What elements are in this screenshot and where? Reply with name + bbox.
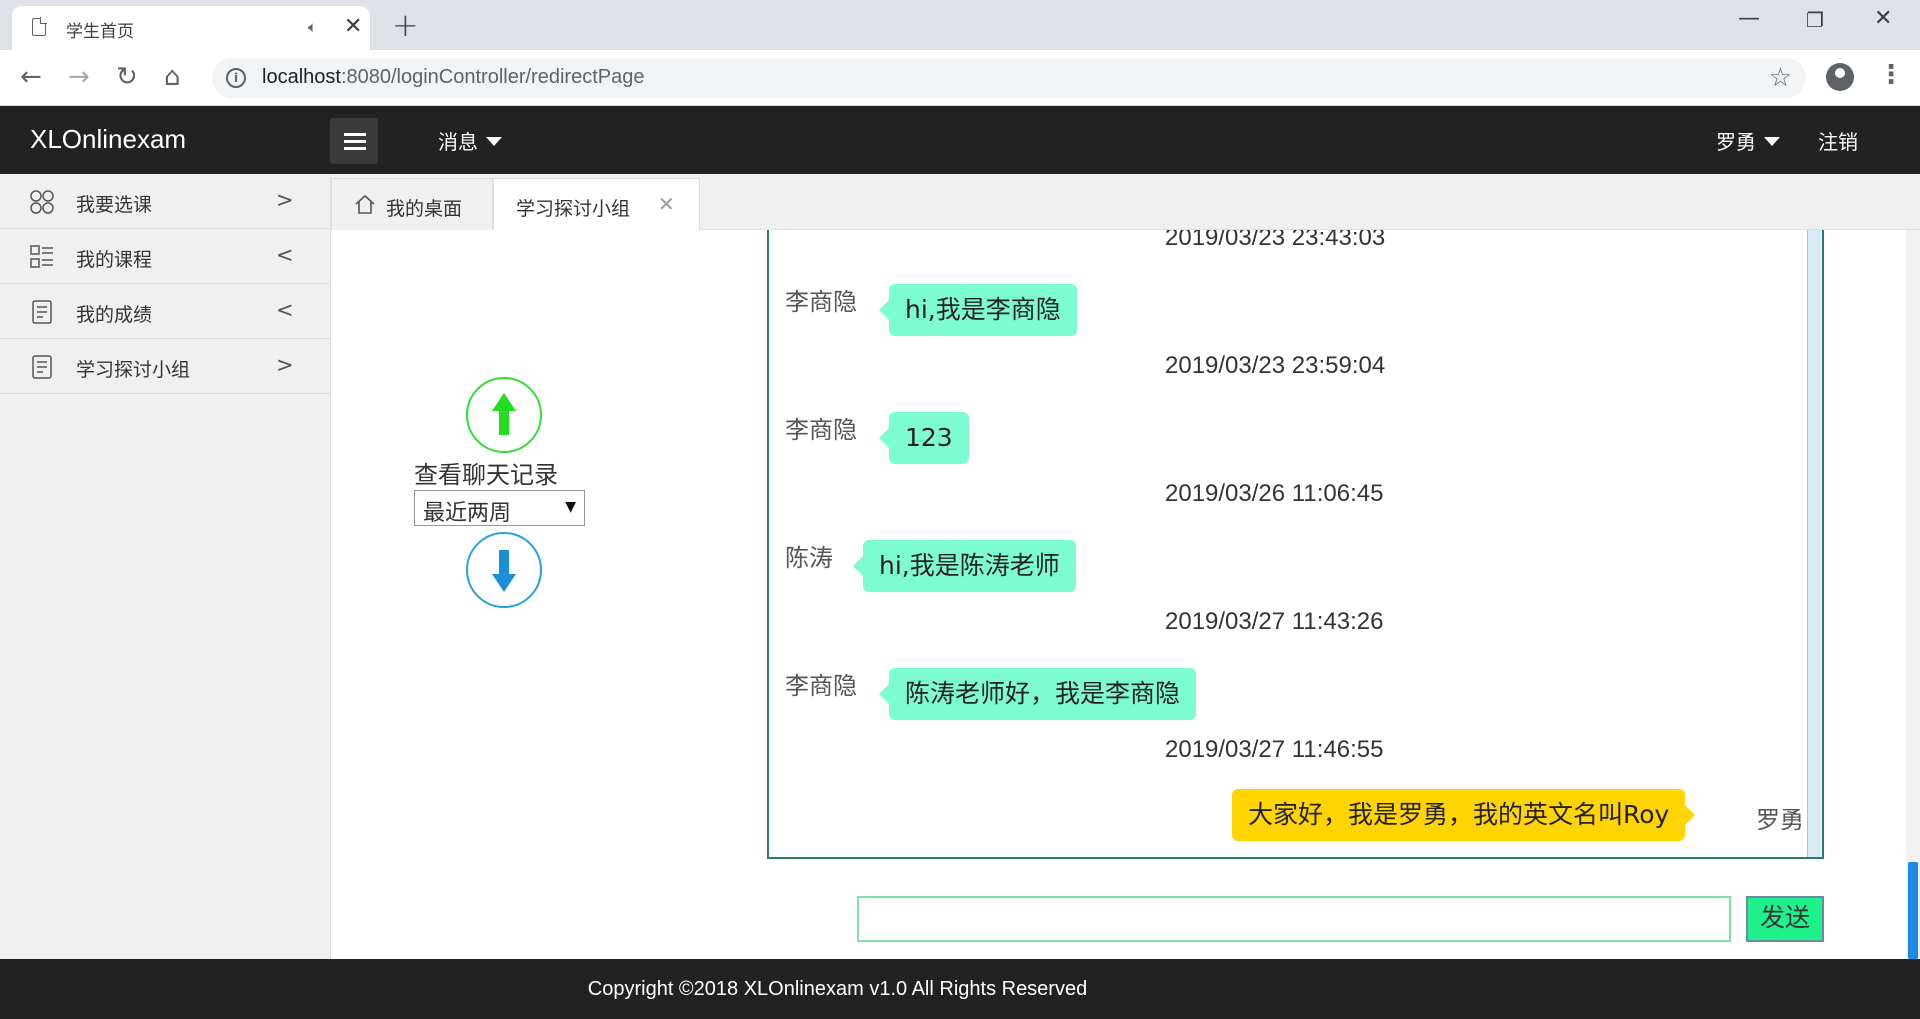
messages-menu[interactable]: 消息 xyxy=(438,126,502,155)
message-sender: 李商隐 xyxy=(785,672,857,700)
chat-window[interactable]: 2019/03/23 23:43:03 李商隐 hi,我是李商隐 2019/03… xyxy=(767,230,1824,859)
grid-icon xyxy=(30,190,54,214)
url-text: localhost:8080/loginController/redirectP… xyxy=(262,66,645,88)
message-input[interactable] xyxy=(857,896,1731,942)
scroll-up-button[interactable] xyxy=(466,377,542,453)
back-icon[interactable]: ← xyxy=(20,62,42,92)
menu-toggle-button[interactable] xyxy=(330,118,378,164)
message-timestamp: 2019/03/23 23:43:03 xyxy=(1165,230,1386,251)
message-timestamp: 2019/03/23 23:59:04 xyxy=(1165,352,1386,379)
page-scrollbar[interactable] xyxy=(1906,230,1920,959)
message-sender: 罗勇 xyxy=(1756,806,1804,834)
window-close-icon[interactable]: ✕ xyxy=(1874,6,1892,31)
arrow-up-icon xyxy=(492,393,516,435)
message-bubble: 陈涛老师好，我是李商隐 xyxy=(878,668,1197,720)
new-tab-icon[interactable]: + xyxy=(392,6,419,44)
history-range-value: 最近两周 xyxy=(423,501,512,526)
chevron-left-icon: < xyxy=(276,298,294,322)
browser-tab[interactable]: 学生首页 🔈︎ ✕ xyxy=(12,6,370,50)
message-bubble: 123 xyxy=(879,412,969,464)
message-timestamp: 2019/03/27 11:46:55 xyxy=(1165,736,1384,763)
close-tab-icon[interactable]: ✕ xyxy=(658,192,675,216)
history-label: 查看聊天记录 xyxy=(414,461,558,489)
copyright-text: Copyright ©2018 XLOnlinexam v1.0 All Rig… xyxy=(587,978,1088,1000)
content-tab-bar: 我的桌面 学习探讨小组 ✕ xyxy=(331,174,1920,231)
browser-tab-strip: 学生首页 🔈︎ ✕ + — ❐ ✕ xyxy=(0,0,1920,50)
forward-icon[interactable]: → xyxy=(68,62,90,92)
chevron-down-icon xyxy=(1764,137,1780,146)
message-bubble: hi,我是陈涛老师 xyxy=(853,540,1076,592)
document-icon xyxy=(32,300,52,324)
message-timestamp: 2019/03/27 11:43:26 xyxy=(1165,608,1384,635)
app-header: XLOnlinexam 消息 罗勇 注销 xyxy=(0,106,1920,174)
reload-icon[interactable]: ↻ xyxy=(116,62,138,92)
restore-icon[interactable]: ❐ xyxy=(1806,8,1824,32)
tab-my-desktop[interactable]: 我的桌面 xyxy=(331,178,493,230)
document-icon xyxy=(32,355,52,379)
address-bar[interactable]: i localhost:8080/loginController/redirec… xyxy=(212,58,1806,98)
sidebar-item-label: 我的课程 xyxy=(76,249,153,271)
dropdown-arrow-icon: ▼ xyxy=(565,499,576,515)
sidebar-item-my-courses[interactable]: 我的课程 < xyxy=(0,229,330,284)
message-bubble-self: 大家好，我是罗勇，我的英文名叫Roy xyxy=(1232,789,1696,841)
sidebar-item-label: 我要选课 xyxy=(76,194,153,216)
sidebar-item-label: 学习探讨小组 xyxy=(76,359,191,381)
home-icon[interactable]: ⌂ xyxy=(164,62,181,92)
speaker-icon[interactable]: 🔈︎ xyxy=(308,18,317,36)
page-icon xyxy=(32,17,47,36)
chat-scrollbar[interactable] xyxy=(1807,230,1821,857)
app-logo[interactable]: XLOnlinexam xyxy=(30,124,186,155)
tab-label: 我的桌面 xyxy=(386,198,463,220)
message-sender: 李商隐 xyxy=(785,288,857,316)
sidebar-item-select-course[interactable]: 我要选课 > xyxy=(0,174,330,229)
footer: Copyright ©2018 XLOnlinexam v1.0 All Rig… xyxy=(0,959,1920,1019)
home-icon xyxy=(355,194,375,214)
bookmark-star-icon[interactable]: ☆ xyxy=(1769,63,1792,93)
profile-icon[interactable] xyxy=(1826,63,1854,91)
sidebar: 我要选课 > 我的课程 < 我的成绩 < 学习探讨小组 > xyxy=(0,174,331,959)
sidebar-item-my-grades[interactable]: 我的成绩 < xyxy=(0,284,330,339)
tab-label: 学习探讨小组 xyxy=(516,198,631,220)
browser-toolbar: ← → ↻ ⌂ i localhost:8080/loginController… xyxy=(0,50,1920,106)
message-bubble: hi,我是李商隐 xyxy=(879,284,1077,336)
chevron-left-icon: < xyxy=(276,243,294,267)
browser-tab-title: 学生首页 xyxy=(66,22,134,42)
tab-study-group[interactable]: 学习探讨小组 ✕ xyxy=(493,178,700,231)
arrow-down-icon xyxy=(492,550,516,592)
page-scrollbar-thumb[interactable] xyxy=(1908,862,1918,959)
message-timestamp: 2019/03/26 11:06:45 xyxy=(1165,480,1384,507)
menu-kebab-icon[interactable]: ⋮ xyxy=(1878,60,1904,90)
info-icon[interactable]: i xyxy=(226,68,246,88)
message-sender: 李商隐 xyxy=(785,416,857,444)
chevron-down-icon xyxy=(486,137,502,146)
user-menu[interactable]: 罗勇 xyxy=(1716,126,1780,155)
minimize-icon[interactable]: — xyxy=(1738,6,1760,31)
sidebar-item-study-group[interactable]: 学习探讨小组 > xyxy=(0,339,330,394)
logout-link[interactable]: 注销 xyxy=(1818,126,1858,155)
send-button[interactable]: 发送 xyxy=(1746,896,1824,942)
message-sender: 陈涛 xyxy=(785,544,833,572)
chevron-right-icon: > xyxy=(276,188,294,212)
chevron-right-icon: > xyxy=(276,353,294,377)
scroll-down-button[interactable] xyxy=(466,532,542,608)
sidebar-item-label: 我的成绩 xyxy=(76,304,153,326)
list-icon xyxy=(30,245,53,268)
close-tab-icon[interactable]: ✕ xyxy=(344,14,362,39)
history-range-select[interactable]: 最近两周 ▼ xyxy=(414,490,585,526)
